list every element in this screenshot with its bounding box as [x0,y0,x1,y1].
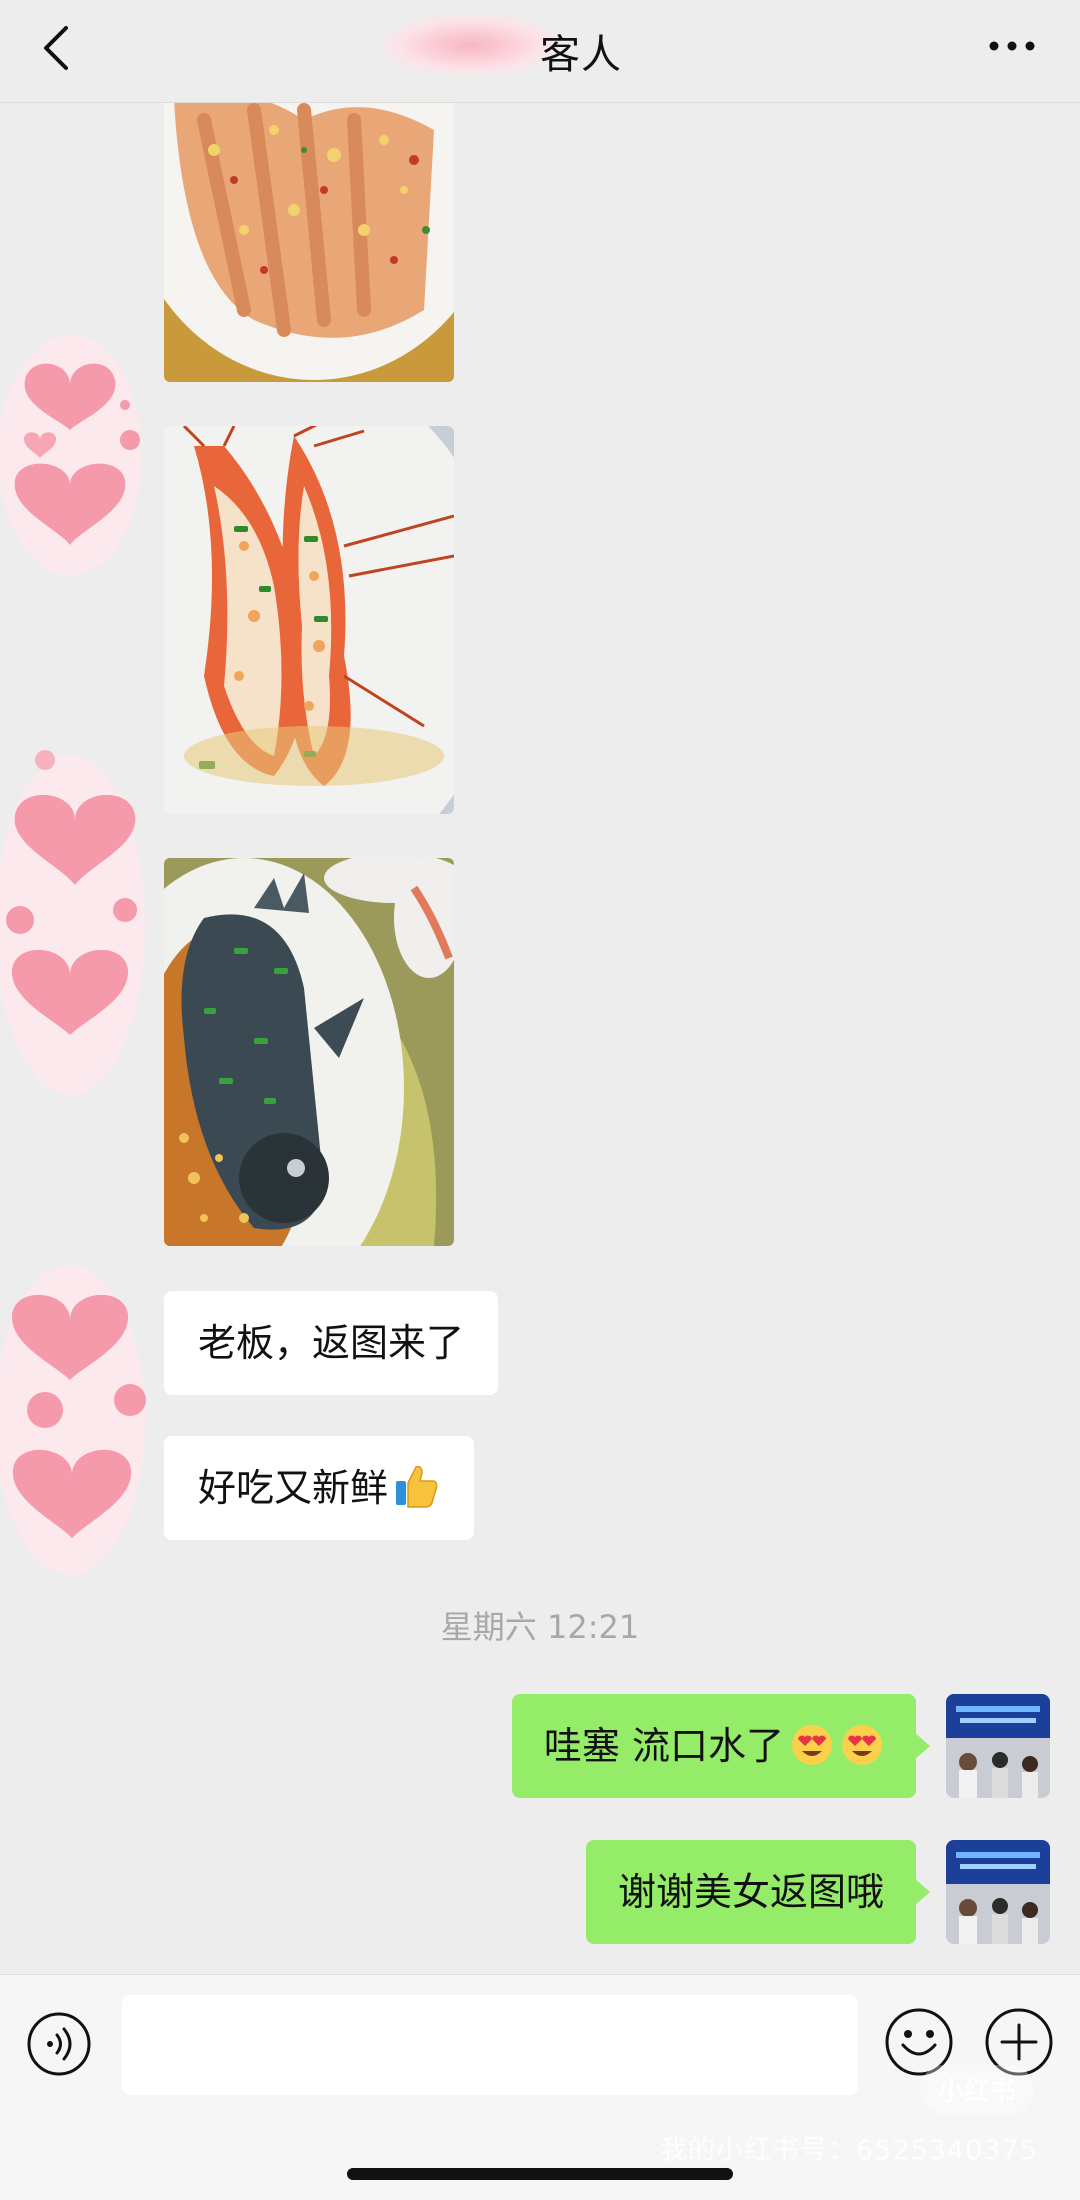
message-text: 哇塞 流口水了 [543,1724,784,1768]
message-bubble-out[interactable]: 谢谢美女返图哦 [585,1840,930,1944]
message-bubble-in[interactable]: 老板，返图来了 [164,1291,499,1395]
chat-title: 客人 [540,32,622,78]
heart-sticker-decoration [0,1265,146,1575]
thumbs-up-emoji-icon [396,1465,438,1508]
heart-eyes-emoji-icon [792,1725,832,1765]
message-text: 谢谢美女返图哦 [617,1870,884,1914]
xiaohongshu-watermark: 我的小红书号：6525340375 [660,2135,1038,2166]
message-text: 老板，返图来了 [198,1321,465,1365]
message-text: 好吃又新鲜 [198,1466,389,1510]
chat-header: 客人 [0,0,1080,103]
image-message-2[interactable] [164,426,454,814]
message-bubble-in[interactable]: 好吃又新鲜 [164,1436,475,1540]
voice-icon[interactable] [26,2011,92,2077]
message-bubble-out[interactable]: 哇塞 流口水了 [511,1694,930,1798]
heart-sticker-decoration [0,335,142,575]
name-blur-sticker [380,14,560,76]
my-avatar[interactable] [946,1840,1050,1944]
heart-eyes-emoji-icon [842,1725,882,1765]
image-message-1[interactable] [164,60,454,382]
heart-sticker-decoration [0,750,145,1095]
xiaohongshu-watermark-logo: 小红书 [920,2065,1035,2114]
home-indicator[interactable] [347,2168,733,2180]
image-message-3[interactable] [164,858,454,1246]
message-timestamp: 星期六 12:21 [440,1608,640,1646]
message-input[interactable] [122,1995,858,2095]
bubble-tail [914,1878,930,1906]
my-avatar[interactable] [946,1694,1050,1798]
chevron-left-icon[interactable] [38,24,78,72]
bubble-tail [914,1732,930,1760]
ellipsis-icon[interactable] [988,36,1036,56]
